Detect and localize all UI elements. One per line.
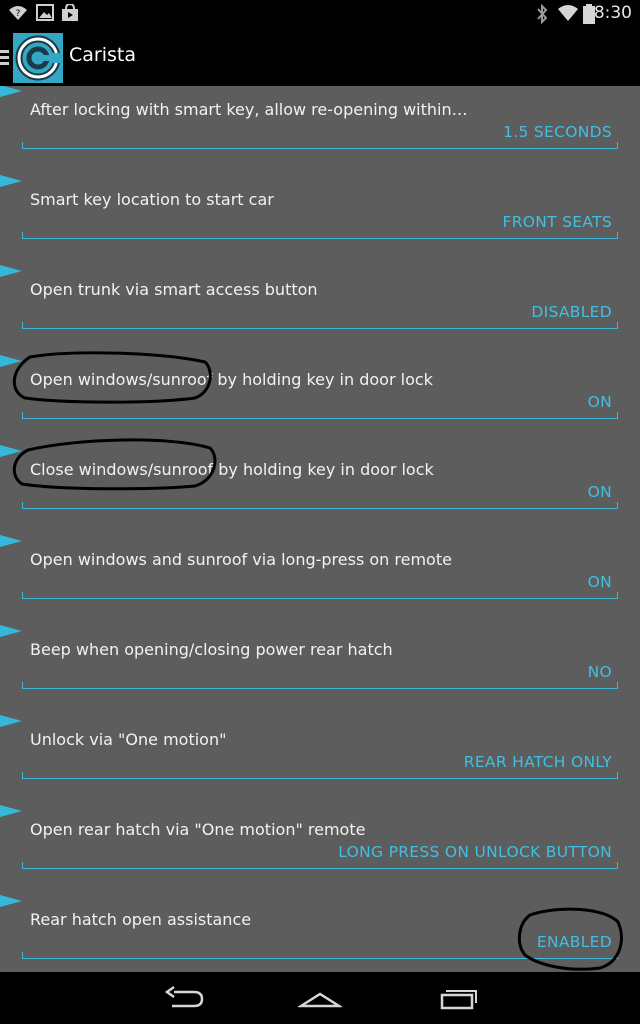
wifi-question-icon: ? bbox=[9, 6, 27, 20]
underline-tick-right bbox=[617, 232, 618, 239]
drawer-menu-icon[interactable] bbox=[0, 50, 9, 68]
setting-value[interactable]: NO bbox=[588, 663, 612, 681]
setting-label: Open rear hatch via "One motion" remote bbox=[30, 820, 366, 839]
setting-row[interactable]: Open trunk via smart access button DISABL… bbox=[0, 265, 640, 356]
setting-value[interactable]: DISABLED bbox=[531, 303, 612, 321]
underline-tick-left bbox=[22, 862, 23, 869]
carista-logo-icon[interactable] bbox=[13, 33, 63, 83]
setting-underline bbox=[22, 418, 618, 419]
setting-row[interactable]: Open windows and sunroof via long-press … bbox=[0, 535, 640, 626]
setting-value[interactable]: FRONT SEATS bbox=[502, 213, 612, 231]
row-marker-icon bbox=[0, 86, 22, 97]
setting-label: Open trunk via smart access button bbox=[30, 280, 318, 299]
setting-label: Beep when opening/closing power rear hat… bbox=[30, 640, 393, 659]
setting-label: Open windows and sunroof via long-press … bbox=[30, 550, 452, 569]
underline-tick-right bbox=[617, 682, 618, 689]
setting-label: Close windows/sunroof by holding key in … bbox=[30, 460, 434, 479]
underline-tick-left bbox=[22, 322, 23, 329]
setting-value[interactable]: ON bbox=[588, 483, 612, 501]
setting-underline bbox=[22, 868, 618, 869]
clock: 8:30 bbox=[593, 3, 632, 23]
row-marker-icon bbox=[0, 535, 22, 547]
home-icon[interactable] bbox=[298, 984, 342, 1012]
underline-tick-right bbox=[617, 322, 618, 329]
underline-tick-left bbox=[22, 952, 23, 959]
underline-tick-right bbox=[617, 772, 618, 779]
setting-underline bbox=[22, 778, 618, 779]
setting-row[interactable]: Smart key location to start car FRONT SEA… bbox=[0, 175, 640, 266]
underline-tick-left bbox=[22, 232, 23, 239]
setting-row[interactable]: Close windows/sunroof by holding key in … bbox=[0, 445, 640, 536]
row-marker-icon bbox=[0, 805, 22, 817]
underline-tick-right bbox=[617, 142, 618, 149]
row-marker-icon bbox=[0, 715, 22, 727]
setting-underline bbox=[22, 958, 618, 959]
underline-tick-left bbox=[22, 412, 23, 419]
underline-tick-left bbox=[22, 592, 23, 599]
nav-bar bbox=[0, 972, 640, 1024]
svg-text:?: ? bbox=[16, 9, 21, 19]
setting-label: After locking with smart key, allow re-o… bbox=[30, 100, 468, 119]
underline-tick-left bbox=[22, 772, 23, 779]
setting-underline bbox=[22, 598, 618, 599]
underline-tick-left bbox=[22, 142, 23, 149]
row-marker-icon bbox=[0, 445, 22, 457]
underline-tick-right bbox=[617, 502, 618, 509]
setting-underline bbox=[22, 328, 618, 329]
setting-value[interactable]: ON bbox=[588, 573, 612, 591]
setting-row[interactable]: Open windows/sunroof by holding key in d… bbox=[0, 355, 640, 446]
action-bar: Carista bbox=[0, 28, 640, 86]
back-icon[interactable] bbox=[162, 984, 206, 1012]
row-marker-icon bbox=[0, 895, 22, 907]
setting-row[interactable]: Beep when opening/closing power rear hat… bbox=[0, 625, 640, 716]
underline-tick-right bbox=[617, 862, 618, 869]
row-marker-icon bbox=[0, 175, 22, 187]
wifi-icon bbox=[558, 5, 578, 21]
setting-underline bbox=[22, 508, 618, 509]
setting-value[interactable]: LONG PRESS ON UNLOCK BUTTON bbox=[338, 843, 612, 861]
setting-underline bbox=[22, 688, 618, 689]
underline-tick-right bbox=[617, 412, 618, 419]
setting-label: Rear hatch open assistance bbox=[30, 910, 252, 929]
status-bar: ? 8:30 bbox=[0, 0, 640, 28]
setting-value[interactable]: ON bbox=[588, 393, 612, 411]
app-title: Carista bbox=[69, 44, 136, 66]
underline-tick-left bbox=[22, 502, 23, 509]
setting-label: Open windows/sunroof by holding key in d… bbox=[30, 370, 433, 389]
setting-value[interactable]: REAR HATCH ONLY bbox=[464, 753, 612, 771]
bluetooth-icon bbox=[537, 4, 548, 24]
setting-row[interactable]: After locking with smart key, allow re-o… bbox=[0, 86, 640, 176]
row-marker-icon bbox=[0, 625, 22, 637]
underline-tick-right bbox=[617, 592, 618, 599]
row-marker-icon bbox=[0, 265, 22, 277]
setting-value[interactable]: ENABLED bbox=[537, 933, 612, 951]
row-marker-icon bbox=[0, 355, 22, 367]
setting-label: Smart key location to start car bbox=[30, 190, 274, 209]
image-icon bbox=[36, 4, 54, 21]
store-bag-icon bbox=[62, 4, 78, 21]
setting-row[interactable]: Unlock via "One motion" REAR HATCH ONLY bbox=[0, 715, 640, 806]
setting-value[interactable]: 1.5 SECONDS bbox=[503, 123, 612, 141]
underline-tick-left bbox=[22, 682, 23, 689]
settings-list: After locking with smart key, allow re-o… bbox=[0, 86, 640, 972]
setting-underline bbox=[22, 238, 618, 239]
underline-tick-right bbox=[617, 952, 618, 959]
recents-icon[interactable] bbox=[436, 984, 480, 1012]
setting-underline bbox=[22, 148, 618, 149]
setting-row[interactable]: Rear hatch open assistance ENABLED bbox=[0, 895, 640, 972]
setting-row[interactable]: Open rear hatch via "One motion" remote L… bbox=[0, 805, 640, 896]
setting-label: Unlock via "One motion" bbox=[30, 730, 227, 749]
